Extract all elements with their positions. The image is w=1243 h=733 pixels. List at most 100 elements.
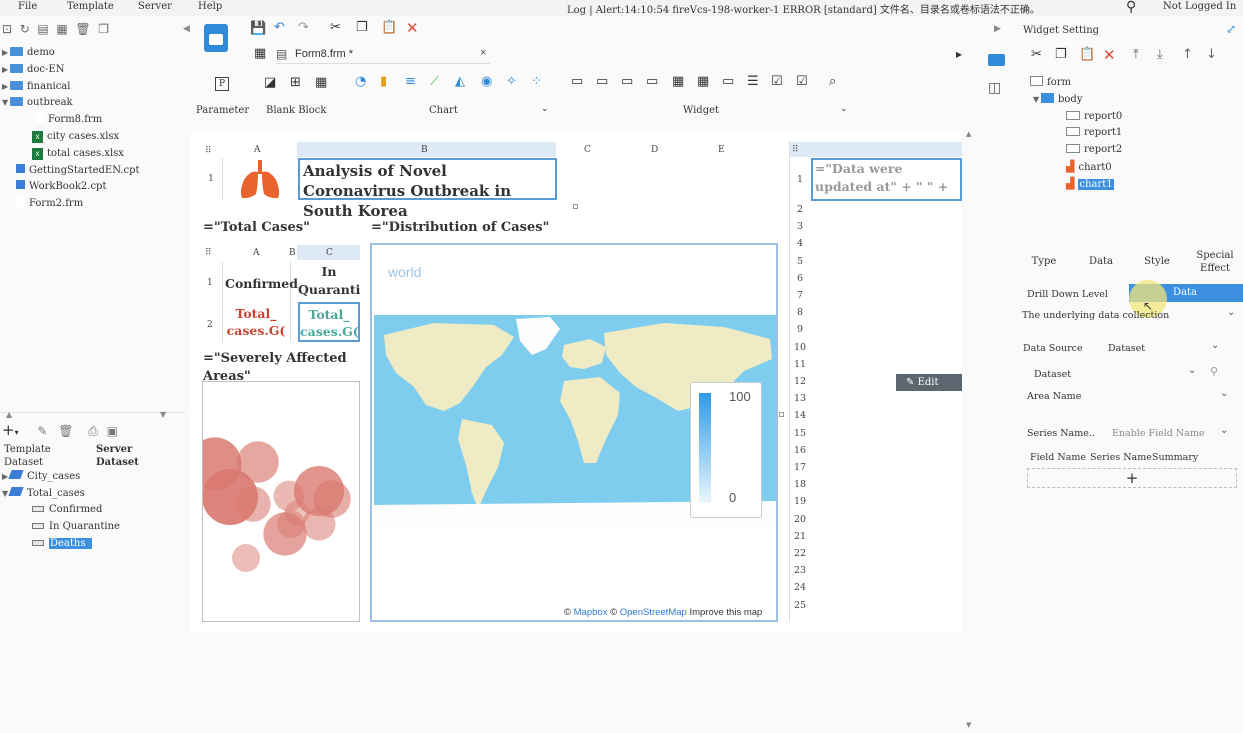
row-header[interactable]: 10: [790, 342, 810, 353]
col-header-a[interactable]: A: [254, 145, 261, 155]
drag-handle-icon[interactable]: ⠿: [792, 145, 799, 155]
copy-icon[interactable]: ❐: [356, 20, 368, 35]
chevron-down-icon[interactable]: ⌄: [1188, 365, 1196, 376]
chevron-down-icon[interactable]: ⌄: [1220, 425, 1228, 436]
blank-block-icon[interactable]: ◪: [264, 75, 276, 90]
tree-item-form2[interactable]: Form2.frm: [16, 196, 83, 212]
bubble-mark[interactable]: [232, 544, 260, 572]
row-header[interactable]: 16: [790, 445, 810, 456]
col-header-c[interactable]: C: [584, 145, 591, 155]
checkbox-widget-icon[interactable]: ☑: [771, 74, 783, 89]
row-header[interactable]: 21: [790, 531, 810, 542]
severe-label[interactable]: ="Severely Affected Areas": [203, 350, 353, 382]
map-chart-icon[interactable]: ✧: [506, 74, 517, 89]
row-header[interactable]: 5: [790, 256, 810, 267]
scatter-chart-icon[interactable]: ⁘: [531, 74, 542, 89]
field-in-quarantine[interactable]: In Quarantine: [32, 519, 120, 535]
search-icon[interactable]: ⚲: [1126, 0, 1136, 15]
row-header[interactable]: 14: [790, 410, 810, 421]
delete-icon[interactable]: 🗑: [75, 22, 90, 36]
quarantine-formula-cell[interactable]: Total_ cases.G(: [298, 302, 360, 342]
expand-icon[interactable]: ⤢: [1226, 22, 1236, 36]
menu-file[interactable]: File: [18, 1, 37, 12]
move-bottom-icon[interactable]: ⤓: [1157, 47, 1163, 62]
label-widget-icon[interactable]: ▭: [596, 74, 608, 89]
collapse-right-icon[interactable]: ▶: [994, 24, 1001, 34]
cut-icon[interactable]: ✂: [1031, 47, 1042, 62]
confirmed-header[interactable]: Confirmed: [225, 276, 298, 291]
total-cases-label[interactable]: ="Total Cases": [203, 220, 310, 235]
tree-item-city-cases[interactable]: x city cases.xlsx: [32, 129, 119, 145]
grid-icon[interactable]: ▦: [254, 46, 266, 61]
row-header-2[interactable]: 2: [207, 320, 213, 330]
chevron-down-icon[interactable]: ⌄: [1211, 340, 1219, 351]
number-widget-icon[interactable]: ▭: [722, 74, 734, 89]
row-header[interactable]: 2: [790, 204, 810, 215]
add-dataset-icon[interactable]: +: [2, 421, 15, 439]
server-dataset-tab[interactable]: Server Dataset: [96, 443, 146, 469]
collapse-down-icon[interactable]: ▼: [160, 410, 166, 419]
map-chart[interactable]: world 100 0 © Mapbox © OpenStreetMap Imp…: [370, 243, 778, 622]
combo-widget-icon[interactable]: ▭: [646, 74, 658, 89]
row-header-1[interactable]: 1: [204, 174, 218, 184]
widget-tree-report0[interactable]: report0: [1066, 109, 1122, 125]
widget-tree-body[interactable]: ▼ body: [1033, 92, 1082, 108]
row-header[interactable]: 20: [790, 514, 810, 525]
bubble-mark[interactable]: [263, 512, 307, 556]
login-status[interactable]: Not Logged In: [1163, 1, 1236, 12]
scroll-down-icon[interactable]: ▼: [966, 721, 971, 729]
collapse-left-icon[interactable]: ◀: [183, 24, 190, 34]
tree-item-total-cases[interactable]: x total cases.xlsx: [32, 146, 124, 162]
row-header[interactable]: 8: [790, 307, 810, 318]
drag-handle-icon[interactable]: ⠿: [205, 146, 212, 156]
underlying-data-label[interactable]: The underlying data collection: [1022, 310, 1169, 321]
refresh-icon[interactable]: ↻: [20, 22, 30, 36]
map-legend[interactable]: 100 0: [690, 382, 762, 518]
search-icon[interactable]: ⚲: [1210, 365, 1218, 378]
move-top-icon[interactable]: ⤒: [1133, 47, 1139, 62]
data-preview-icon[interactable]: ▣: [107, 424, 118, 438]
copy-icon[interactable]: ❐: [1055, 47, 1067, 62]
editor-tab[interactable]: ▤ Form8.frm * ×: [276, 46, 490, 64]
category-parameter[interactable]: Parameter: [196, 105, 249, 116]
move-down-icon[interactable]: ↓: [1206, 47, 1217, 62]
parameter-icon[interactable]: P: [215, 77, 229, 91]
row-header[interactable]: 7: [790, 290, 810, 301]
mapbox-link[interactable]: Mapbox: [574, 607, 608, 618]
row-header[interactable]: 13: [790, 393, 810, 404]
dataset-select[interactable]: Dataset: [1034, 369, 1071, 380]
menu-server[interactable]: Server: [138, 1, 172, 12]
chevron-down-icon[interactable]: ⌄: [840, 104, 848, 114]
preview-icon[interactable]: ⎙: [88, 424, 98, 438]
template-dataset-tab[interactable]: Template Dataset: [4, 443, 54, 469]
delete-icon[interactable]: ✕: [406, 19, 419, 37]
tree-item-demo[interactable]: ▶ demo: [2, 45, 55, 61]
layout-block-icon[interactable]: ⊞: [290, 75, 301, 90]
tree-item-city-cases-ds[interactable]: ▶ City_cases: [2, 469, 80, 485]
col-header-b[interactable]: B: [289, 248, 296, 258]
row-header[interactable]: 9: [790, 324, 810, 335]
template-icon[interactable]: ▤: [37, 22, 48, 36]
row-header[interactable]: 11: [790, 359, 810, 370]
row-header[interactable]: 23: [790, 565, 810, 576]
menu-template[interactable]: Template: [67, 1, 114, 12]
widget-tree-report1[interactable]: report1: [1066, 125, 1122, 141]
cut-icon[interactable]: ✂: [330, 20, 341, 35]
collapse-up-icon[interactable]: ▲: [6, 410, 12, 419]
tree-item-form8[interactable]: Form8.frm: [36, 112, 102, 128]
row-header[interactable]: 24: [790, 582, 810, 593]
bubble-mark[interactable]: [202, 469, 258, 525]
field-deaths[interactable]: Deaths: [32, 536, 92, 552]
bar-chart-icon[interactable]: ▮: [380, 74, 387, 89]
move-up-icon[interactable]: ↑: [1182, 47, 1193, 62]
pie-chart-icon[interactable]: ◔: [355, 74, 366, 89]
list-widget-icon[interactable]: ☰: [747, 74, 759, 89]
pointer-icon[interactable]: ▸: [956, 47, 962, 61]
field-confirmed[interactable]: Confirmed: [32, 502, 102, 518]
area-chart-icon[interactable]: ◭: [455, 74, 465, 89]
category-chart[interactable]: Chart: [429, 105, 458, 116]
button-widget-icon[interactable]: ▭: [621, 74, 633, 89]
category-widget[interactable]: Widget: [683, 105, 719, 116]
add-field-button[interactable]: +: [1027, 468, 1237, 488]
search-widget-icon[interactable]: ⌕: [829, 74, 836, 89]
